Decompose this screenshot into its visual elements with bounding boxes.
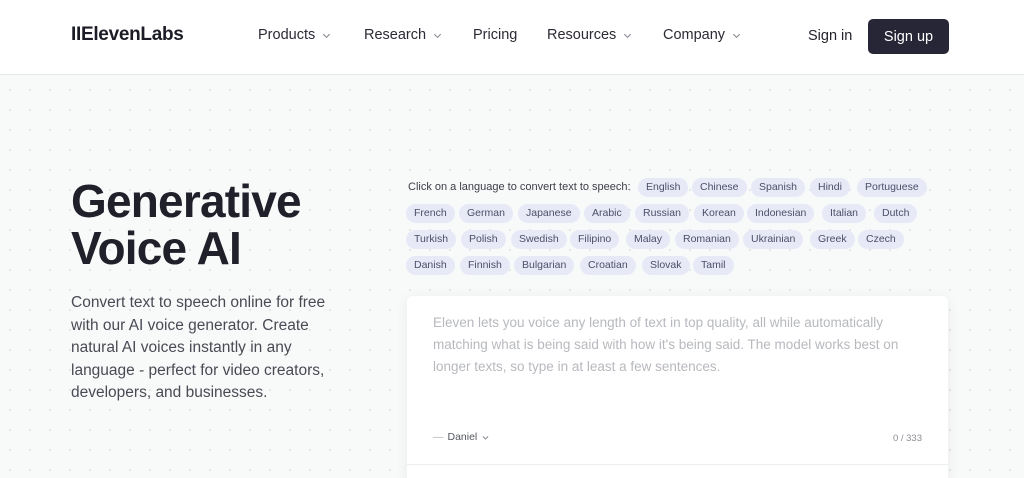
nav-pricing-label: Pricing [473,27,518,43]
chevron-down-icon [624,33,632,38]
voice-name: Daniel [447,431,478,443]
language-chip-ukrainian[interactable]: Ukrainian [743,230,804,249]
chevron-down-icon [323,33,331,38]
language-chip-greek[interactable]: Greek [810,230,855,249]
language-chip-croatian[interactable]: Croatian [580,256,636,275]
sign-in-link[interactable]: Sign in [808,28,852,44]
language-chip-danish[interactable]: Danish [406,256,455,275]
nav-resources[interactable]: Resources [547,27,633,43]
language-chip-japanese[interactable]: Japanese [518,204,580,223]
language-chip-english[interactable]: English [638,178,689,197]
language-chip-filipino[interactable]: Filipino [570,230,620,249]
hero-description: Convert text to speech online for free w… [71,294,326,401]
card-divider [407,464,948,465]
language-chip-french[interactable]: French [406,204,455,223]
chevron-down-icon [433,33,442,38]
language-chip-romanian[interactable]: Romanian [675,230,739,249]
language-chip-malay[interactable]: Malay [626,230,671,249]
language-chip-finnish[interactable]: Finnish [460,256,510,275]
language-chip-swedish[interactable]: Swedish [511,230,567,249]
language-chip-polish[interactable]: Polish [461,230,506,249]
nav-company-label: Company [663,27,726,43]
tts-card: Eleven lets you voice any length of text… [407,296,948,478]
top-header: IIElevenLabs Products Research Pricing R… [0,0,1024,75]
nav-research[interactable]: Research [364,27,443,43]
language-chip-indonesian[interactable]: Indonesian [747,204,815,223]
nav-products-label: Products [258,27,316,43]
language-prompt: Click on a language to convert text to s… [408,181,631,193]
language-chip-tamil[interactable]: Tamil [693,256,734,275]
language-chip-korean[interactable]: Korean [694,204,744,223]
chevron-down-icon [482,435,489,440]
language-chip-bulgarian[interactable]: Bulgarian [514,256,575,275]
character-counter: 0 / 333 [892,433,922,444]
language-chip-czech[interactable]: Czech [858,230,904,249]
language-chip-turkish[interactable]: Turkish [406,230,457,249]
nav-pricing[interactable]: Pricing [473,27,517,43]
language-chip-german[interactable]: German [459,204,513,223]
chevron-down-icon [732,33,741,38]
nav-products[interactable]: Products [258,27,332,43]
nav-resources-label: Resources [547,27,617,43]
language-chip-arabic[interactable]: Arabic [584,204,630,223]
language-chip-slovak[interactable]: Slovak [642,256,690,275]
logo[interactable]: IIElevenLabs [71,24,184,46]
language-chip-chinese[interactable]: Chinese [692,178,747,197]
language-chip-spanish[interactable]: Spanish [751,178,805,197]
language-chip-dutch[interactable]: Dutch [874,204,918,223]
sign-up-button[interactable]: Sign up [868,19,949,54]
voice-selector[interactable]: — Daniel [433,431,490,443]
nav-company[interactable]: Company [663,27,742,43]
tts-text-input[interactable]: Eleven lets you voice any length of text… [433,312,923,378]
language-chip-italian[interactable]: Italian [822,204,867,223]
hero-title: Generative Voice AI [71,175,302,274]
voice-dash: — [433,431,444,443]
nav-research-label: Research [364,27,427,43]
language-chip-russian[interactable]: Russian [635,204,689,223]
language-chip-hindi[interactable]: Hindi [810,178,850,197]
language-chip-portuguese[interactable]: Portuguese [857,178,927,197]
